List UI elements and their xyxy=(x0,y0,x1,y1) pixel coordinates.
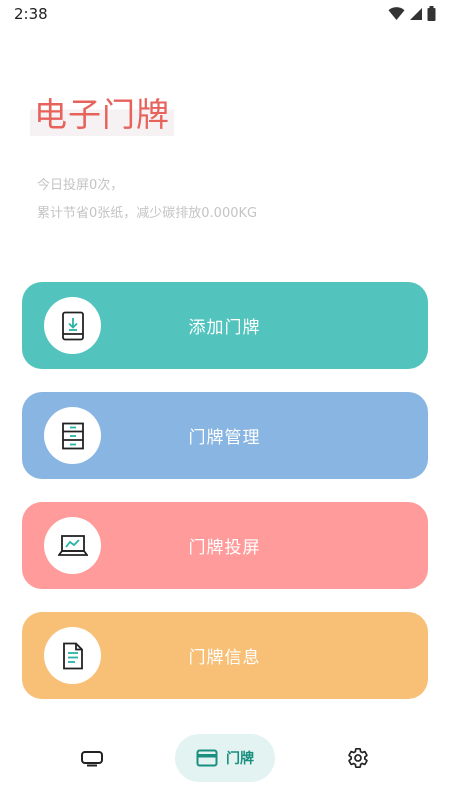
status-bar: 2:38 xyxy=(0,0,450,28)
stats-line-screens: 今日投屏0次， xyxy=(37,178,124,193)
tablet-download-icon xyxy=(61,311,84,340)
laptop-chart-icon xyxy=(57,534,88,556)
doorplate-management-card[interactable]: 门牌管理 xyxy=(22,392,428,479)
doorplate-management-icon-circle xyxy=(44,407,101,464)
doorplate-casting-card[interactable]: 门牌投屏 xyxy=(22,502,428,589)
gear-icon xyxy=(348,748,368,769)
add-doorplate-label: 添加门牌 xyxy=(188,318,261,338)
doorplate-info-card[interactable]: 门牌信息 xyxy=(22,612,428,699)
app-title: 电子门牌 xyxy=(30,88,174,136)
usage-stats: 今日投屏0次， 累计节省0张纸，减少碳排放0.000KG xyxy=(37,172,257,228)
card-icon xyxy=(196,749,218,767)
bottom-navigation: 门牌 xyxy=(0,728,450,788)
signal-icon xyxy=(410,7,422,20)
cabinet-icon xyxy=(61,422,84,449)
nav-tab-screen[interactable] xyxy=(66,734,118,782)
stats-line-savings: 累计节省0张纸，减少碳排放0.000KG xyxy=(37,206,258,221)
doorplate-casting-icon-circle xyxy=(44,517,101,574)
status-time: 2:38 xyxy=(14,5,48,23)
wifi-icon xyxy=(388,6,405,20)
doorplate-management-label: 门牌管理 xyxy=(188,428,261,448)
add-doorplate-card[interactable]: 添加门牌 xyxy=(22,282,428,369)
tv-icon xyxy=(81,751,103,767)
nav-tab-doorplate-label: 门牌 xyxy=(226,751,254,767)
nav-tab-settings[interactable] xyxy=(332,734,384,782)
doorplate-info-icon-circle xyxy=(44,627,101,684)
add-doorplate-icon-circle xyxy=(44,297,101,354)
nav-tab-doorplate[interactable]: 门牌 xyxy=(175,734,275,782)
document-icon xyxy=(62,642,83,669)
doorplate-info-label: 门牌信息 xyxy=(188,648,261,668)
status-icons xyxy=(388,6,436,21)
battery-icon xyxy=(427,6,436,21)
doorplate-casting-label: 门牌投屏 xyxy=(188,538,261,558)
